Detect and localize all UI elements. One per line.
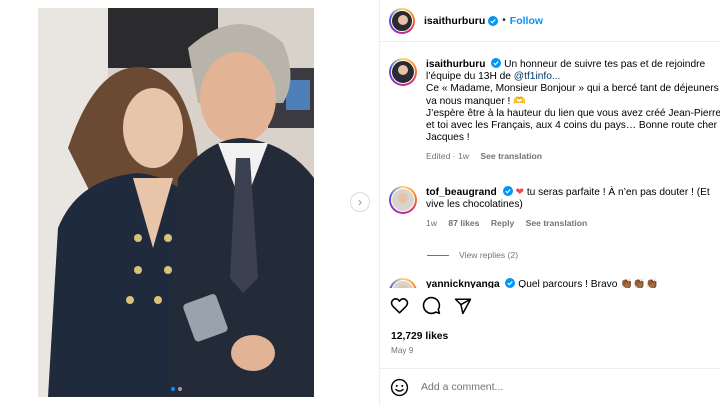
reply-button[interactable]: Reply — [491, 218, 514, 228]
caption-row: isaithurburu Un honneur de suivre tes pa… — [389, 58, 720, 163]
view-replies-label: View replies (2) — [459, 250, 519, 260]
see-translation-link[interactable]: See translation — [526, 218, 588, 228]
caption-meta: Edited · 1w See translation — [426, 150, 720, 162]
likes-count[interactable]: 12,729 likes — [391, 331, 448, 342]
comments-list[interactable]: isaithurburu Un honneur de suivre tes pa… — [380, 52, 720, 288]
author-avatar[interactable] — [389, 7, 415, 34]
author-username[interactable]: isaithurburu — [424, 15, 485, 27]
comment-row: tof_beaugrand ❤ tu seras parfaite ! À n’… — [389, 186, 720, 230]
comment-meta: 1w 87 likes Reply See translation — [426, 217, 720, 229]
add-comment-bar: Add a comment... — [380, 368, 720, 405]
caption-text-part3: J’espère être à la hauteur du lien que v… — [426, 107, 720, 144]
comment-icon[interactable] — [422, 296, 441, 315]
comment-row: yannicknyanga Quel parcours ! Bravo 👏🏾👏🏾… — [389, 278, 720, 288]
commenter-username[interactable]: yannicknyanga — [426, 279, 500, 288]
post-header: isaithurburu • Follow — [380, 0, 720, 42]
carousel-dot — [177, 387, 182, 391]
comment-likes[interactable]: 87 likes — [448, 218, 479, 228]
post-side-panel: isaithurburu • Follow isaithurburu Un ho… — [379, 0, 720, 405]
caption-text: isaithurburu Un honneur de suivre tes pa… — [426, 58, 720, 163]
caption-avatar[interactable] — [389, 58, 417, 86]
commenter-avatar[interactable] — [389, 278, 417, 288]
verified-badge-icon — [491, 58, 502, 68]
view-replies-button[interactable]: View replies (2) — [427, 250, 518, 260]
comment-text: tof_beaugrand ❤ tu seras parfaite ! À n’… — [426, 186, 720, 230]
caption-mention[interactable]: @tf1info... — [514, 71, 561, 82]
verified-badge-icon — [505, 278, 516, 288]
heart-icon[interactable] — [390, 297, 409, 314]
caption-username[interactable]: isaithurburu — [426, 59, 485, 70]
red-heart-emoji-icon: ❤ — [515, 187, 524, 198]
caption-text-part2: Ce « Madame, Monsieur Bonjour » qui a be… — [426, 83, 719, 107]
carousel-dots — [38, 387, 314, 391]
comment-time: 1w — [426, 218, 437, 229]
add-comment-input[interactable]: Add a comment... — [421, 381, 503, 393]
carousel-dot-active — [170, 387, 175, 391]
post-photo[interactable] — [38, 8, 314, 397]
next-photo-button[interactable]: › — [350, 192, 370, 212]
action-bar — [390, 296, 472, 315]
commenter-username[interactable]: tof_beaugrand — [426, 187, 497, 198]
replies-divider — [427, 254, 449, 256]
emoji-icon[interactable] — [390, 378, 409, 397]
post-date: May 9 — [391, 346, 414, 355]
see-translation-link[interactable]: See translation — [480, 151, 542, 161]
commenter-avatar[interactable] — [389, 186, 417, 214]
post-image — [38, 8, 314, 397]
comment-body: Quel parcours ! Bravo 👏🏾👏🏾👏🏾 — [518, 279, 659, 288]
separator-dot: • — [502, 15, 506, 26]
follow-button[interactable]: Follow — [510, 15, 543, 27]
comment-text: yannicknyanga Quel parcours ! Bravo 👏🏾👏🏾… — [426, 278, 720, 288]
chevron-right-icon: › — [358, 195, 362, 209]
share-icon[interactable] — [454, 297, 472, 315]
verified-badge-icon — [502, 186, 513, 196]
caption-edited: Edited · 1w — [426, 151, 469, 162]
verified-badge-icon — [488, 15, 499, 26]
